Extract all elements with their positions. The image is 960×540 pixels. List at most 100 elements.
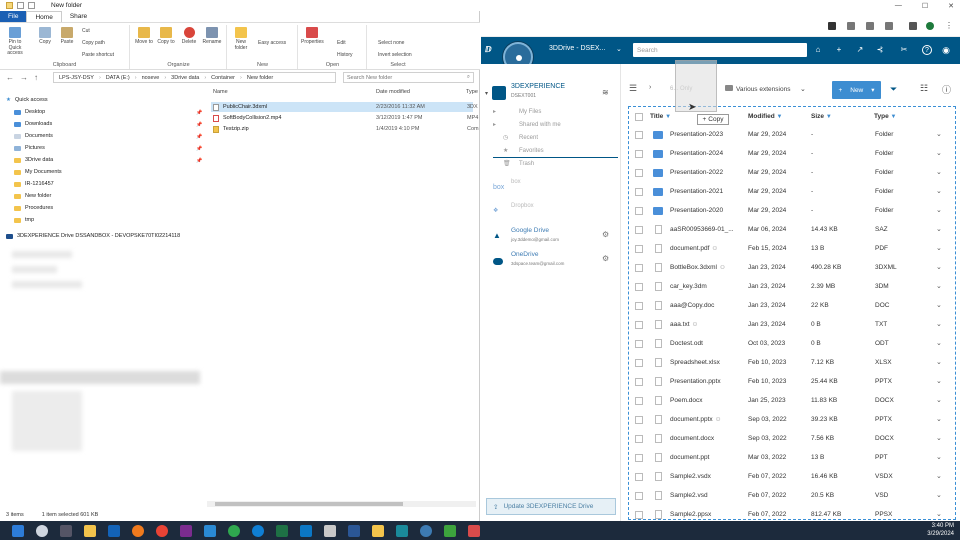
update-drive-button[interactable]: ⇪ Update 3DEXPERIENCE Drive [486,498,616,515]
column-header-date[interactable]: Date modified [376,89,410,95]
breadcrumb-segment[interactable]: noseve [142,75,160,81]
breadcrumb-segment[interactable]: New folder [247,75,273,81]
horizontal-scrollbar[interactable] [207,501,476,507]
nav-item-tmp[interactable]: tmp [14,217,34,223]
chevron-down-icon[interactable]: ⌄ [936,358,942,366]
row-checkbox[interactable] [635,473,643,481]
row-title[interactable]: car_key.3dm [670,283,707,290]
chevron-down-icon[interactable]: ⌄ [616,45,622,53]
chevron-down-icon[interactable]: ⌄ [936,168,942,176]
extension-icon[interactable] [847,22,855,30]
scrollbar-thumb[interactable] [215,502,403,506]
pdf-icon[interactable] [324,524,336,537]
row-checkbox[interactable] [635,283,643,291]
help-icon[interactable]: ? [922,45,932,55]
row-title[interactable]: document.pdf ⚇ [670,245,717,252]
row-checkbox[interactable] [635,378,643,386]
row-title[interactable]: Poem.docx [670,397,703,404]
row-title[interactable]: Spreadsheet.xlsx [670,359,720,366]
row-checkbox[interactable] [635,397,643,405]
row-title[interactable]: Presentation-2021 [670,188,723,195]
close-icon[interactable]: ✕ [948,2,954,10]
row-title[interactable]: Presentation.pptx [670,378,721,385]
row-title[interactable]: BottleBox.3dxml ⚇ [670,264,725,271]
column-header-type[interactable]: Type [466,89,478,95]
table-row[interactable]: Presentation-2022 Mar 29, 2024 - Folder ⌄ [629,164,955,183]
gear-icon[interactable]: ⚙ [602,230,609,239]
table-row[interactable]: aaa.txt ⚇ Jan 23, 2024 0 B TXT ⌄ [629,316,955,335]
new-folder-button[interactable]: New folder [230,27,252,51]
nav-item-3drive-data[interactable]: 3Drive data [14,157,53,163]
forward-arrow-icon[interactable]: → [20,73,28,82]
file-row[interactable]: Testzip.zip 1/4/2019 4:10 PM Com [211,124,479,134]
chevron-down-icon[interactable]: ⌄ [936,244,942,252]
app-icon[interactable] [228,524,240,537]
onenote-icon[interactable] [180,524,192,537]
system-clock[interactable]: 3:40 PM 3/29/2024 [927,523,954,539]
add-icon[interactable]: + [834,45,844,55]
select-none-button[interactable]: Select none [378,40,404,46]
table-row[interactable]: Spreadsheet.xlsx Feb 10, 2023 7.12 KB XLSX ⌄ [629,354,955,373]
nav-item-downloads[interactable]: Downloads [14,121,52,127]
sidebar-item-recent[interactable]: Recent [519,135,538,141]
nav-item-my-documents[interactable]: My Documents [14,169,62,175]
nav-item-ir[interactable]: IR-1216457 [14,181,54,187]
row-title[interactable]: document.docx [670,435,714,442]
hamburger-menu-icon[interactable]: ☰ [629,83,637,94]
row-checkbox[interactable] [635,492,643,500]
table-row[interactable]: Presentation-2024 Mar 29, 2024 - Folder ⌄ [629,145,955,164]
sidebar-item-favorites[interactable]: Favorites [519,148,544,154]
table-row[interactable]: document.pdf ⚇ Feb 15, 2024 13 B PDF ⌄ [629,240,955,259]
row-checkbox[interactable] [635,131,643,139]
chevron-down-icon[interactable]: ⌄ [936,130,942,138]
table-row[interactable]: Presentation-2021 Mar 29, 2024 - Folder ⌄ [629,183,955,202]
rename-button[interactable]: Rename [201,27,223,46]
tab-home[interactable]: Home [26,11,62,22]
column-header-type[interactable]: Type ▼ [874,113,896,120]
tag-icon[interactable]: ⌂ [813,45,823,55]
row-title[interactable]: Sample2.ppsx [670,511,711,518]
file-row[interactable]: SoftBodyCollision2.mp4 3/12/2019 1:47 PM M… [211,113,478,123]
file-explorer-icon[interactable] [84,524,96,537]
storage-icon[interactable]: ≋ [602,88,609,97]
windows-start-icon[interactable] [12,524,24,537]
table-row[interactable]: document.pptx ⚇ Sep 03, 2022 39.23 KB PPTX ⌄ [629,411,955,430]
gear-icon[interactable]: ⚙ [602,254,609,263]
row-checkbox[interactable] [635,511,643,519]
copy-path-button[interactable]: Copy path [82,40,105,46]
easy-access-button[interactable]: Easy access [258,40,286,46]
file-row[interactable]: PublicChair.3dxml 2/23/2016 11:32 AM 3DX [211,102,478,112]
copy-to-button[interactable]: Copy to [155,27,177,46]
chevron-down-icon[interactable]: ⌄ [936,377,942,385]
nav-item-desktop[interactable]: Desktop [14,109,45,115]
chrome-icon[interactable] [156,524,168,537]
chevron-down-icon[interactable]: ⌄ [936,472,942,480]
row-checkbox[interactable] [635,435,643,443]
table-row[interactable]: Poem.docx Jan 25, 2023 11.83 KB DOCX ⌄ [629,392,955,411]
row-title[interactable]: Sample2.vsdx [670,473,711,480]
nav-item-procedures[interactable]: Procedures [14,205,53,211]
chevron-down-icon[interactable]: ⌄ [936,339,942,347]
breadcrumb-segment[interactable]: 3Drive data [171,75,199,81]
row-title[interactable]: Doctest.odt [670,340,703,347]
delete-button[interactable]: Delete [178,27,200,46]
breadcrumb-segment[interactable]: Container [211,75,235,81]
chevron-down-icon[interactable]: ⌄ [936,453,942,461]
sidebar-item-my-files[interactable]: My Files [519,109,541,115]
table-row[interactable]: Presentation.pptx Feb 10, 2023 25.44 KB PPT… [629,373,955,392]
chevron-down-icon[interactable]: ⌄ [936,301,942,309]
row-checkbox[interactable] [635,264,643,272]
row-title[interactable]: aaSR00953669-01_... [670,226,734,233]
address-bar[interactable]: LPS-JSY-DSY › DATA (E:) › noseve › 3Drive d… [53,72,336,83]
table-row[interactable]: Sample2.vsdx Feb 07, 2022 16.46 KB VSDX ⌄ [629,468,955,487]
app-search-input[interactable]: Search [633,43,807,57]
expand-arrow-icon[interactable]: ▸ [493,121,496,128]
extension-filter[interactable]: Various extensions [736,86,790,93]
avatar[interactable] [926,22,934,30]
minimize-icon[interactable]: — [895,2,902,10]
share-icon[interactable]: ↗ [855,45,865,55]
chevron-down-icon[interactable]: ⌄ [936,320,942,328]
properties-button[interactable]: Properties [301,27,324,46]
user-icon[interactable]: ◉ [941,45,951,55]
row-title[interactable]: Presentation-2022 [670,169,723,176]
